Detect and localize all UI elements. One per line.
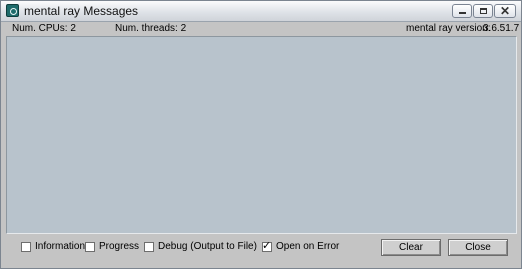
minimize-button[interactable]	[452, 4, 472, 18]
progress-checkbox[interactable]	[85, 242, 95, 252]
debug-checkbox[interactable]	[144, 242, 154, 252]
close-window-button[interactable]: ✕	[494, 4, 516, 18]
window-title: mental ray Messages	[24, 4, 139, 18]
information-label[interactable]: Information	[35, 241, 85, 252]
mental-ray-app-icon[interactable]	[6, 4, 19, 17]
open-on-error-label[interactable]: Open on Error	[276, 241, 339, 252]
version-value: 3.6.51.7	[483, 23, 520, 34]
thread-count: Num. threads: 2	[115, 23, 187, 34]
render-info-bar: Num. CPUs: 2 Num. threads: 2 mental ray …	[1, 22, 521, 36]
maximize-button[interactable]	[473, 4, 493, 18]
open-on-error-checkbox[interactable]: ✓	[262, 240, 272, 252]
options-bar: Information Progress Debug (Output to Fi…	[1, 236, 521, 268]
cpu-count: Num. CPUs: 2	[12, 23, 76, 34]
minimize-icon	[459, 12, 466, 14]
close-button[interactable]: Close	[448, 239, 508, 256]
close-icon: ✕	[499, 4, 511, 18]
progress-label[interactable]: Progress	[99, 241, 139, 252]
mental-ray-messages-window: mental ray Messages ✕ Num. CPUs: 2 Num. …	[0, 0, 522, 269]
maximize-icon	[480, 8, 487, 14]
debug-label[interactable]: Debug (Output to File)	[158, 241, 257, 252]
title-bar[interactable]: mental ray Messages ✕	[1, 1, 521, 22]
message-log-area[interactable]	[6, 36, 517, 234]
clear-button[interactable]: Clear	[381, 239, 441, 256]
version-label: mental ray version:	[406, 23, 491, 34]
information-checkbox[interactable]	[21, 242, 31, 252]
checkmark-icon: ✓	[262, 240, 272, 252]
